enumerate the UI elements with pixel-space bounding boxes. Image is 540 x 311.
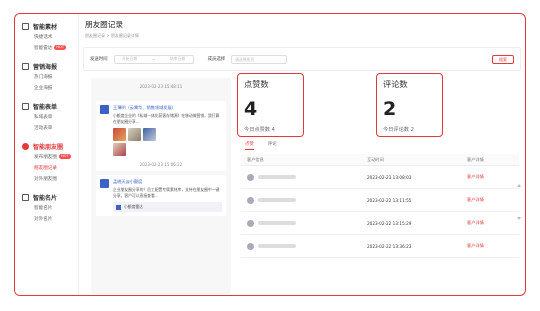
moment-post: 孟晓天@小额度 企业朋友圈分享的？员工配置专属素材库，支持在朋友圈中一键分享，客… (96, 175, 226, 217)
likes-label: 点赞数 (244, 79, 269, 89)
customer-avatar (247, 242, 254, 250)
sidebar-item-event-form[interactable]: 活动表单 (22, 123, 78, 134)
member-select[interactable]: 请选择成员 (231, 54, 288, 64)
sidebar-item-hot-poster[interactable]: 热门海报 (22, 72, 78, 83)
sidebar-section-poster: 营销海报 热门海报 企业海报 (15, 60, 78, 94)
post-text: 小额度企业的《私域一体化获客存储源》在移动微营销，我打算在朋友圈分享... (113, 113, 220, 124)
folder-icon (22, 22, 29, 30)
post-image[interactable] (113, 128, 126, 142)
link-card[interactable]: 小额度雷达 (113, 202, 222, 213)
customer-detail-link[interactable]: 客户详情 (461, 174, 519, 180)
post-author[interactable]: 王薄明（云霄华、销售领域发展） (113, 105, 222, 111)
customer-avatar (247, 219, 254, 227)
hot-badge: HOT (58, 154, 71, 159)
sidebar-item-private-form[interactable]: 私域表单 (22, 112, 78, 123)
table-row: 2023-02-22 13:36:23 客户详情 (241, 235, 519, 258)
image-icon (22, 62, 29, 70)
tab-comments[interactable]: 评论 (268, 141, 277, 150)
sidebar-section-title[interactable]: 智能素材 (22, 20, 78, 32)
scroll-up-icon[interactable] (517, 184, 521, 187)
post-images (113, 128, 222, 157)
sidebar-section-title[interactable]: 智能表单 (22, 100, 78, 112)
post-image[interactable] (143, 128, 156, 142)
form-icon (22, 102, 29, 110)
sidebar-item-external-moments[interactable]: 对外朋友圈 (22, 174, 78, 185)
customer-detail-link[interactable]: 客户详情 (461, 197, 519, 203)
comments-value: 2 (383, 98, 397, 120)
search-button[interactable]: 搜索 (492, 55, 514, 64)
scrollbar[interactable] (517, 184, 521, 224)
post-image[interactable] (113, 143, 126, 157)
post-text: 企业朋友圈分享的？员工配置专属素材库，支持在朋友圈中一键分享，客户可以直接查看.… (113, 187, 220, 198)
sidebar-item-moments-record[interactable]: 朋友圈记录 (22, 163, 78, 174)
sidebar-item-smart-card[interactable]: 智能名片 (22, 203, 78, 214)
sidebar-section-title[interactable]: 智能名片 (22, 191, 78, 203)
comments-stat-card: 评论数 2 今日评论数 2 (376, 73, 443, 137)
page-title: 朋友圈记录 (85, 20, 123, 29)
customer-detail-link[interactable]: 客户详情 (461, 243, 519, 249)
customer-name-blurred (258, 244, 296, 248)
sidebar-section-form: 智能表单 私域表单 活动表单 (15, 100, 78, 134)
customer-name-blurred (258, 175, 296, 179)
main-content: 朋友圈记录 朋友圈记录 > 朋友圈记录详情 发送时间 开始日期 → 结束日期 成… (79, 14, 525, 295)
tab-bar: 点赞 评论 (245, 141, 291, 150)
avatar (100, 179, 109, 189)
table-row: 2023-02-22 13:15:29 客户详情 (241, 212, 519, 235)
moments-icon (22, 142, 29, 150)
sidebar-section-title[interactable]: 智能朋友圈 (22, 140, 78, 152)
likes-value: 4 (244, 98, 258, 120)
sidebar-item-external-card[interactable]: 对外名片 (22, 214, 78, 225)
comments-label: 评论数 (383, 79, 408, 89)
sidebar-section-material: 智能素材 快捷话术 智能雷达 HOT (15, 20, 78, 54)
sidebar-section-title[interactable]: 营销海报 (22, 60, 78, 72)
interaction-panel: 点赞数 4 今日点赞数 4 评论数 2 今日评论数 2 点赞 评论 客户信息 互… (237, 73, 521, 294)
avatar (100, 105, 109, 114)
post-image[interactable] (128, 128, 141, 142)
sidebar-item-publish-moments[interactable]: 发布朋友圈 HOT (22, 152, 78, 163)
sidebar-item-radar[interactable]: 智能雷达 HOT (22, 43, 78, 54)
scroll-down-icon[interactable] (517, 217, 521, 220)
comments-today: 今日评论数 2 (383, 127, 414, 133)
likes-stat-card: 点赞数 4 今日点赞数 4 (237, 73, 304, 137)
date-range-picker[interactable]: 开始日期 → 结束日期 (113, 54, 194, 64)
sidebar-item-quick-script[interactable]: 快捷话术 (22, 32, 78, 43)
customer-avatar (247, 196, 254, 204)
moments-feed: 2023-02-23 15:48:11 王薄明（云霄华、销售领域发展） 小额度企… (91, 78, 231, 294)
table-header: 客户信息 互动时间 客户详情 (241, 154, 519, 166)
sidebar-section-card: 智能名片 智能名片 对外名片 (15, 191, 78, 225)
post-footer-time: 2023-02-23 15:06:22 (139, 162, 183, 168)
table-row: 2023-02-22 13:11:55 客户详情 (241, 189, 519, 212)
table-row: 2023-02-23 13:08:03 客户详情 (241, 166, 519, 189)
sidebar: 智能素材 快捷话术 智能雷达 HOT 营销海报 热门海报 企业海报 智能表单 私域… (15, 14, 79, 295)
sidebar-section-moments: 智能朋友圈 发布朋友圈 HOT 朋友圈记录 对外朋友圈 (15, 140, 78, 185)
post-time: 2023-02-23 15:48:11 (139, 84, 183, 89)
customer-detail-link[interactable]: 客户详情 (461, 220, 519, 226)
app-frame: 智能素材 快捷话术 智能雷达 HOT 营销海报 热门海报 企业海报 智能表单 私域… (14, 13, 526, 296)
member-label: 成员选择 (207, 57, 226, 62)
breadcrumb[interactable]: 朋友圈记录 > 朋友圈记录详情 (85, 33, 139, 39)
customer-avatar (247, 173, 254, 181)
filter-bar: 发送时间 开始日期 → 结束日期 成员选择 请选择成员 搜索 (83, 47, 521, 71)
likes-today: 今日点赞数 4 (244, 127, 275, 133)
moment-post: 王薄明（云霄华、销售领域发展） 小额度企业的《私域一体化获客存储源》在移动微营销… (96, 101, 226, 172)
card-icon (22, 193, 29, 201)
tab-likes[interactable]: 点赞 (245, 141, 254, 150)
time-label: 发送时间 (90, 57, 108, 62)
radar-icon (116, 204, 121, 210)
customer-name-blurred (258, 198, 296, 202)
post-author[interactable]: 孟晓天@小额度 (113, 179, 222, 185)
sidebar-item-company-poster[interactable]: 企业海报 (22, 83, 78, 94)
customer-name-blurred (258, 221, 296, 225)
hot-badge: HOT (54, 45, 67, 50)
interaction-table: 客户信息 互动时间 客户详情 2023-02-23 13:08:03 客户详情 … (241, 154, 519, 258)
